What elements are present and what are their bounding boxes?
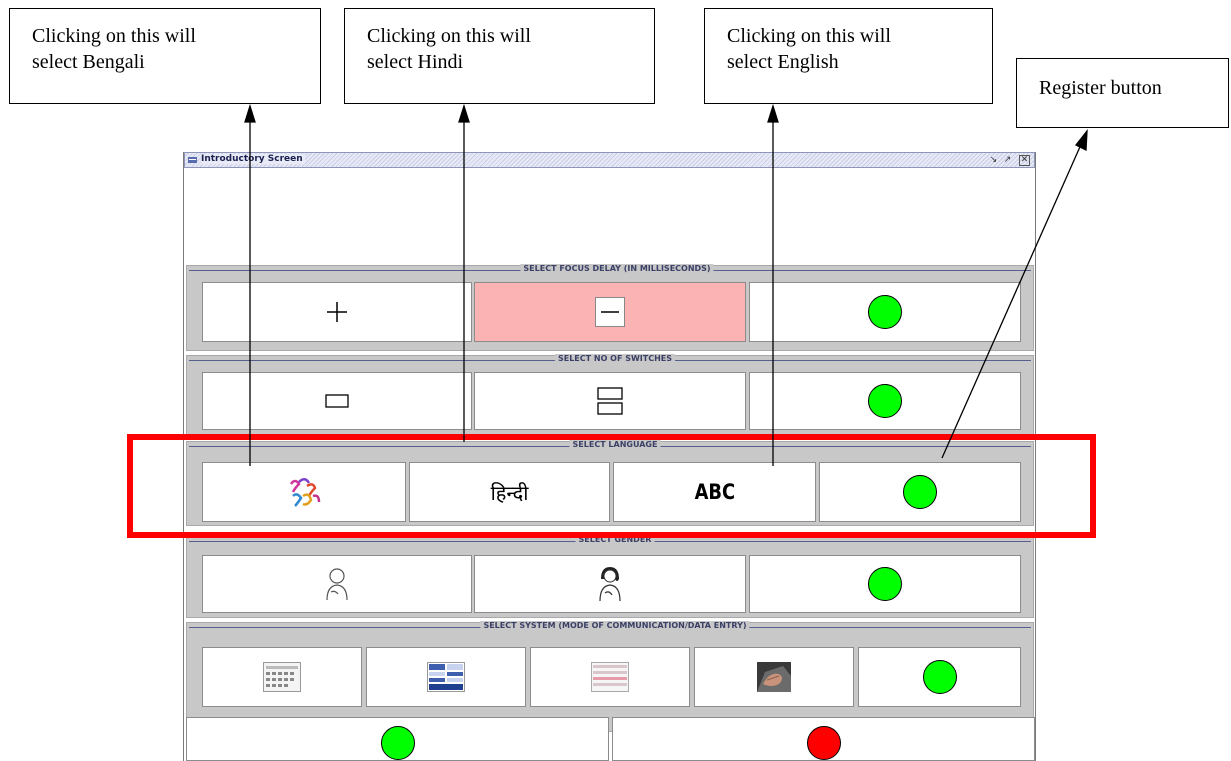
system-panel: SELECT SYSTEM (MODE OF COMMUNICATION/DAT… [186,621,1034,732]
callout-bengali: Clicking on this will select Bengali [9,8,321,104]
list-layout-icon [591,662,629,692]
hand-typing-icon [757,662,791,692]
system-legend: SELECT SYSTEM (MODE OF COMMUNICATION/DAT… [480,621,750,630]
maximize-icon[interactable]: ↗ [1002,155,1013,166]
register-dot-icon [922,660,957,694]
proceed-button[interactable] [186,717,609,761]
minus-icon [595,297,625,327]
single-switch-icon [325,394,349,408]
list-system-button[interactable] [530,647,690,707]
two-switch-button[interactable] [474,372,746,430]
male-icon [326,568,348,601]
switches-panel: SELECT NO OF SWITCHES [186,354,1034,435]
app-icon [188,157,197,163]
register-dot-icon [868,295,902,329]
language-highlight-box [127,434,1096,538]
window-title: Introductory Screen [201,154,305,164]
gender-register-button[interactable] [749,555,1021,613]
one-switch-button[interactable] [202,372,472,430]
callout-register: Register button [1016,58,1229,128]
focus-delay-register-button[interactable] [749,282,1021,342]
increase-delay-button[interactable] [202,282,472,342]
callout-english: Clicking on this will select English [704,8,993,104]
callout-register-text: Register button [1039,77,1162,99]
callout-bengali-text: Clicking on this will select Bengali [32,25,196,73]
callout-hindi-text: Clicking on this will select Hindi [367,25,531,73]
minimize-icon[interactable]: ↘ [988,155,999,166]
table-system-button[interactable] [366,647,526,707]
focus-delay-legend: SELECT FOCUS DELAY (IN MILLISECONDS) [520,264,714,273]
table-layout-icon [427,662,465,692]
decrease-delay-button[interactable] [474,282,746,342]
focus-delay-panel: SELECT FOCUS DELAY (IN MILLISECONDS) [186,264,1034,351]
gender-panel: SELECT GENDER [186,535,1034,618]
system-register-button[interactable] [858,647,1021,707]
plus-icon [327,302,347,322]
double-switch-icon [597,387,623,415]
female-button[interactable] [474,555,746,613]
switches-register-button[interactable] [749,372,1021,430]
close-icon[interactable]: ✕ [1019,155,1030,166]
cancel-button[interactable] [612,717,1035,761]
register-dot-icon [380,726,415,760]
callout-english-text: Clicking on this will select English [727,25,891,73]
male-button[interactable] [202,555,472,613]
hand-typing-system-button[interactable] [694,647,854,707]
register-dot-icon [868,567,902,601]
callout-hindi: Clicking on this will select Hindi [344,8,655,104]
title-bar[interactable]: Introductory Screen ↘ ↗ ✕ [184,152,1035,168]
cancel-dot-icon [806,726,841,760]
switches-legend: SELECT NO OF SWITCHES [554,354,676,363]
female-icon [599,567,621,602]
keyboard-system-button[interactable] [202,647,362,707]
register-dot-icon [868,384,902,418]
keyboard-layout-icon [263,662,301,692]
